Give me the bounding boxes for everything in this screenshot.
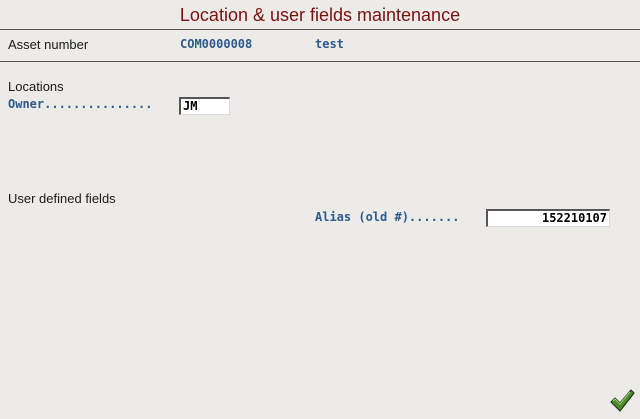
page-title: Location & user fields maintenance — [179, 5, 461, 25]
user-defined-fields-section-label: User defined fields — [8, 191, 116, 206]
asset-number-value: COM0000008 — [180, 37, 253, 51]
header-divider — [0, 61, 640, 62]
alias-field[interactable]: 152210107 — [486, 209, 610, 227]
owner-label: Owner............... — [8, 97, 153, 111]
checkmark-icon — [610, 389, 635, 412]
asset-description: test — [315, 37, 344, 51]
confirm-button[interactable] — [609, 388, 635, 414]
owner-field[interactable]: JM — [179, 97, 230, 115]
alias-label: Alias (old #)....... — [315, 210, 460, 224]
asset-number-label: Asset number — [8, 37, 89, 52]
title-divider — [0, 29, 640, 30]
locations-section-label: Locations — [8, 79, 64, 94]
